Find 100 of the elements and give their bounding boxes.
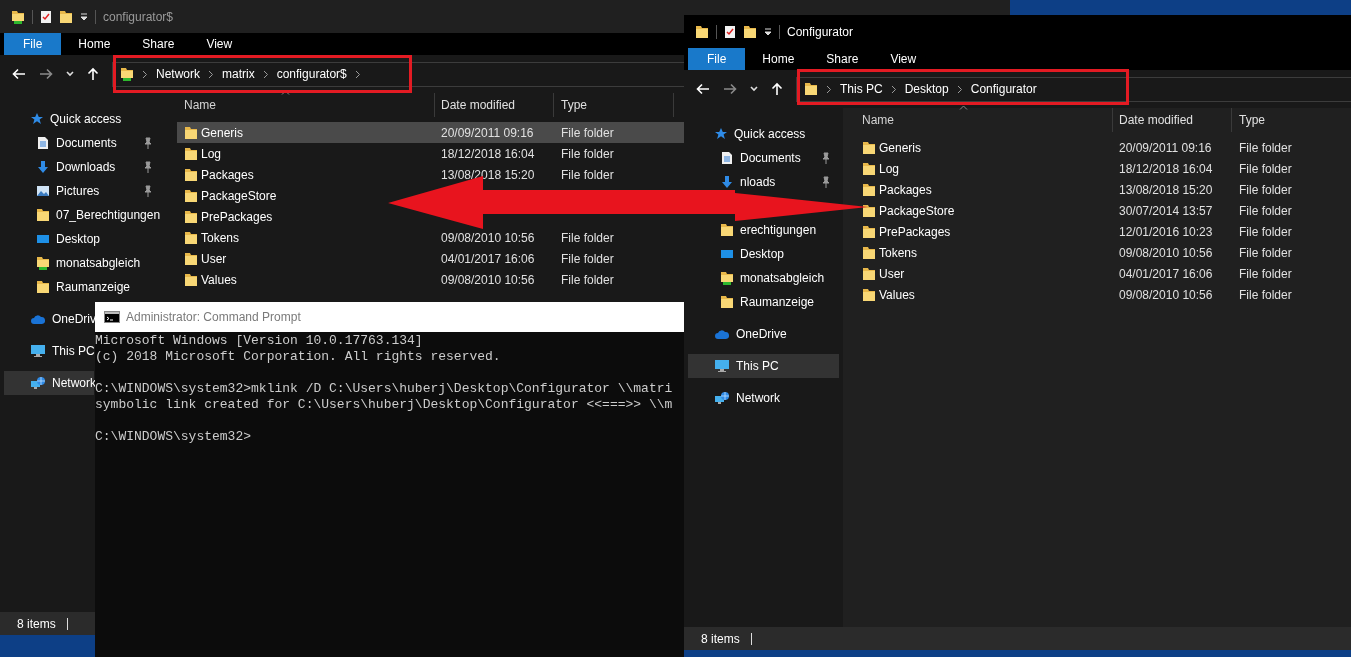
caret-icon[interactable] xyxy=(764,27,772,36)
chevron-icon[interactable] xyxy=(956,84,963,94)
file-row[interactable]: Log 18/12/2018 16:04 File folder xyxy=(177,143,684,164)
file-type: File folder xyxy=(1239,161,1292,176)
column-header[interactable]: Name xyxy=(855,108,1113,132)
column-header[interactable]: Type xyxy=(554,93,674,117)
file-type: File folder xyxy=(1239,287,1292,302)
column-header[interactable]: Type xyxy=(1232,108,1351,132)
nav-item[interactable]: Pictures xyxy=(4,179,161,203)
nav-item[interactable]: Documents xyxy=(688,146,839,170)
nav-item[interactable]: OneDriv xyxy=(4,307,94,331)
file-name: Tokens xyxy=(879,244,918,262)
folder-icon xyxy=(184,146,198,161)
nav-item[interactable]: Network xyxy=(688,386,839,410)
file-row[interactable]: PrePackages xyxy=(177,206,289,227)
file-row[interactable]: PackageStore xyxy=(177,185,293,206)
nav-item[interactable]: Network xyxy=(4,371,94,395)
ribbon-tab[interactable]: Share xyxy=(127,33,190,55)
network-folder-icon[interactable] xyxy=(11,9,25,24)
date-modified: 18/12/2018 16:04 xyxy=(1119,161,1213,176)
nav-item[interactable]: Desktop xyxy=(688,242,839,266)
nav-item[interactable]: 07_Berechtigungen xyxy=(4,203,161,227)
file-row[interactable]: Tokens 09/08/2010 10:56 File folder xyxy=(855,242,1351,263)
file-row[interactable]: Generis 20/09/2011 09:16 File folder xyxy=(855,137,1351,158)
file-row[interactable]: PackageStore 30/07/2014 13:57 File folder xyxy=(855,200,1351,221)
breadcrumb[interactable]: This PC xyxy=(840,80,883,98)
nav-item[interactable]: Documents xyxy=(4,131,161,155)
ribbon-tab[interactable]: View xyxy=(875,48,932,70)
breadcrumb[interactable]: Desktop xyxy=(904,80,949,98)
folder-icon[interactable] xyxy=(695,24,709,39)
file-row[interactable]: User 04/01/2017 16:06 File folder xyxy=(177,248,684,269)
up-icon[interactable] xyxy=(87,67,99,81)
column-header[interactable]: Date modified xyxy=(1113,108,1232,132)
nav-item[interactable]: Quick access xyxy=(4,107,161,131)
nav-item[interactable]: Desktop xyxy=(4,227,161,251)
download-icon xyxy=(720,175,734,189)
ribbon-tab[interactable]: File xyxy=(688,48,746,70)
checklist-icon[interactable] xyxy=(724,24,736,39)
up-icon[interactable] xyxy=(771,82,783,96)
breadcrumb[interactable]: Configurator xyxy=(970,80,1037,98)
ribbon-tab[interactable]: Share xyxy=(811,48,874,70)
file-name: Tokens xyxy=(201,229,240,247)
file-row[interactable]: Log 18/12/2018 16:04 File folder xyxy=(855,158,1351,179)
nav-item[interactable]: erechtigungen xyxy=(688,218,839,242)
nav-item[interactable]: This PC xyxy=(688,354,839,378)
chevron-icon[interactable] xyxy=(354,69,361,79)
folder-icon[interactable] xyxy=(59,9,73,24)
file-type: File folder xyxy=(561,251,614,266)
file-row[interactable]: Tokens 09/08/2010 10:56 File folder xyxy=(177,227,684,248)
column-header[interactable]: Date modified xyxy=(435,93,554,117)
folder-icon xyxy=(720,295,734,309)
file-row[interactable]: Packages 13/08/2018 15:20 File folder xyxy=(177,164,684,185)
file-row[interactable]: PrePackages 12/01/2016 10:23 File folder xyxy=(855,221,1351,242)
address-bar[interactable]: This PC Desktop Configurator xyxy=(796,76,1351,102)
back-icon[interactable] xyxy=(12,68,26,80)
item-count: 8 items xyxy=(17,615,56,633)
nav-item[interactable]: Quick access xyxy=(688,122,839,146)
file-row[interactable]: Values 09/08/2010 10:56 File folder xyxy=(177,269,684,290)
ribbon-tab[interactable]: Home xyxy=(747,48,810,70)
folder-icon xyxy=(184,125,198,140)
forward-icon[interactable] xyxy=(39,68,53,80)
file-type: File folder xyxy=(1239,245,1292,260)
caret-icon[interactable] xyxy=(66,71,74,77)
breadcrumb[interactable]: configurator$ xyxy=(276,65,347,83)
date-modified: 18/12/2018 16:04 xyxy=(441,146,535,161)
ribbon-tab[interactable]: View xyxy=(191,33,248,55)
ribbon-tab[interactable]: Home xyxy=(63,33,126,55)
chevron-icon[interactable] xyxy=(208,69,214,79)
ribbon-tab[interactable]: File xyxy=(4,33,62,55)
file-name: User xyxy=(879,265,905,283)
date-modified: 20/09/2011 09:16 xyxy=(1119,140,1212,155)
checklist-icon[interactable] xyxy=(40,9,52,24)
file-name: Values xyxy=(879,286,915,304)
file-row[interactable]: Packages 13/08/2018 15:20 File folder xyxy=(855,179,1351,200)
nav-item[interactable]: monatsabgleich xyxy=(4,251,161,275)
back-icon[interactable] xyxy=(696,83,710,95)
nav-item[interactable]: nloads xyxy=(688,170,839,194)
file-name: PackageStore xyxy=(879,202,955,220)
caret-icon[interactable] xyxy=(750,86,758,92)
nav-item[interactable]: OneDrive xyxy=(688,322,839,346)
address-bar[interactable]: Network matrix configurator$ xyxy=(112,61,684,87)
breadcrumb[interactable]: Network xyxy=(156,65,200,83)
window-title: configurator$ xyxy=(103,8,174,26)
nav-item[interactable]: Raumanzeige xyxy=(4,275,161,299)
file-row[interactable]: Generis 20/09/2011 09:16 File folder xyxy=(177,122,684,143)
file-row[interactable]: User 04/01/2017 16:06 File folder xyxy=(855,263,1351,284)
file-row[interactable]: Values 09/08/2010 10:56 File folder xyxy=(855,284,1351,305)
chevron-icon[interactable] xyxy=(262,69,269,79)
column-header[interactable]: Name xyxy=(177,93,435,117)
date-modified: 09/08/2010 10:56 xyxy=(441,230,535,245)
nav-item[interactable]: This PC xyxy=(4,339,94,363)
chevron-icon[interactable] xyxy=(890,84,897,94)
forward-icon[interactable] xyxy=(723,83,737,95)
breadcrumb[interactable]: matrix xyxy=(222,65,255,83)
folder-icon[interactable] xyxy=(743,24,757,39)
nav-item[interactable]: monatsabgleich xyxy=(688,266,839,290)
nav-item[interactable]: Raumanzeige xyxy=(688,290,839,314)
nav-item[interactable]: Downloads xyxy=(4,155,161,179)
caret-icon[interactable] xyxy=(80,12,88,21)
file-type: File folder xyxy=(1239,266,1292,281)
